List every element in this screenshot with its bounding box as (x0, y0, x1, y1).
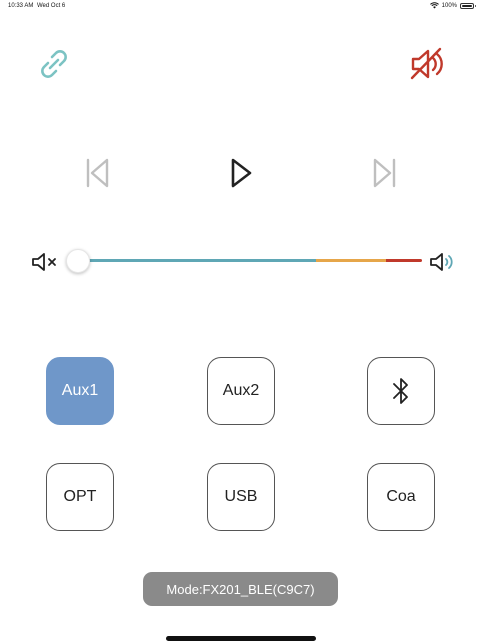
volume-mute-small-icon (32, 253, 56, 271)
volume-slider-track[interactable] (88, 259, 422, 262)
play-button[interactable] (224, 155, 258, 191)
source-label: Coa (386, 488, 416, 505)
source-opt-button[interactable]: OPT (46, 463, 114, 531)
home-indicator[interactable] (166, 636, 316, 641)
source-label: USB (224, 488, 258, 505)
bluetooth-icon (393, 378, 408, 404)
mode-status-toast: Mode:FX201_BLE(C9C7) (143, 572, 338, 606)
next-button[interactable] (368, 156, 402, 190)
play-icon (231, 158, 252, 188)
volume-high-icon (430, 253, 453, 271)
link-icon (41, 50, 67, 78)
battery-percent: 100% (441, 2, 457, 9)
source-usb-button[interactable]: USB (207, 463, 275, 531)
source-label: Aux1 (61, 382, 99, 399)
battery-icon (460, 2, 476, 9)
speaker-muted-icon (410, 47, 443, 80)
volume-max-button[interactable] (428, 249, 458, 275)
mute-button[interactable] (406, 44, 448, 84)
source-bluetooth-button[interactable] (367, 357, 435, 425)
status-indicators: 100% (429, 2, 476, 9)
source-aux1-button[interactable]: Aux1 (46, 357, 114, 425)
status-time: 10:33 AM (8, 3, 34, 9)
skip-previous-icon (86, 158, 109, 188)
source-label: Aux2 (222, 382, 260, 399)
source-aux2-button[interactable]: Aux2 (207, 357, 275, 425)
mode-text: Mode:FX201_BLE(C9C7) (166, 581, 315, 597)
wifi-icon (429, 2, 439, 9)
volume-slider-knob[interactable] (66, 249, 90, 273)
volume-min-button[interactable] (30, 250, 60, 274)
status-date: Wed Oct 6 (37, 3, 66, 9)
previous-button[interactable] (80, 156, 114, 190)
source-label: OPT (63, 488, 97, 505)
source-coa-button[interactable]: Coa (367, 463, 435, 531)
link-button[interactable] (36, 46, 72, 82)
skip-next-icon (373, 158, 396, 188)
